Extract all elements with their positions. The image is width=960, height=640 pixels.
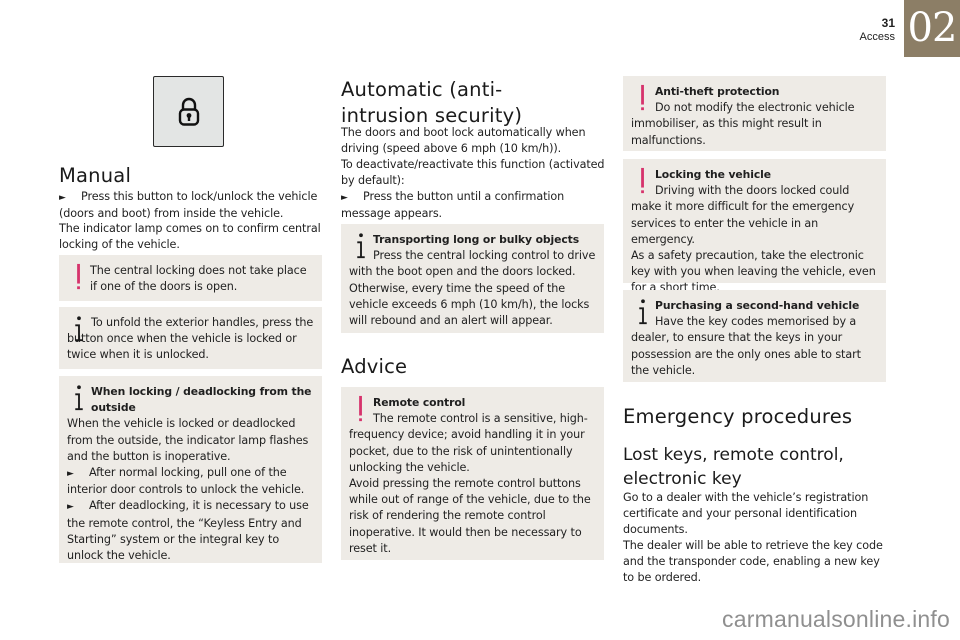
info-body: When locking / deadlocking from the outs… bbox=[67, 384, 314, 564]
triangle-right-icon: ► bbox=[59, 193, 66, 203]
info-title: Transporting long or bulky objects bbox=[373, 233, 580, 246]
exclamation-icon bbox=[641, 84, 644, 111]
warning-box-central-locking: The central locking does not take place … bbox=[59, 255, 322, 301]
info-title: When locking / deadlocking from the outs… bbox=[91, 385, 312, 415]
heading-manual: Manual bbox=[59, 164, 132, 187]
triangle-right-icon: ► bbox=[67, 502, 74, 513]
warning-body: Anti-theft protection Do not modify the … bbox=[631, 84, 878, 149]
exclamation-icon bbox=[641, 167, 644, 194]
exclamation-icon bbox=[359, 395, 362, 422]
info-step: ► After deadlocking, it is necessary to u… bbox=[67, 499, 309, 563]
info-paragraph: Otherwise, every time the speed of the v… bbox=[349, 281, 590, 328]
info-body: Purchasing a second-hand vehicle Have th… bbox=[631, 298, 878, 379]
section-name: Access bbox=[859, 31, 895, 43]
chapter-tab: 02 bbox=[904, 0, 960, 57]
warning-box-remote-control: Remote control The remote control is a s… bbox=[341, 387, 604, 560]
deactivate-text: To deactivate/reactivate this function (… bbox=[341, 158, 605, 188]
warning-box-anti-theft: Anti-theft protection Do not modify the … bbox=[623, 76, 886, 151]
manual-indicator-text: The indicator lamp comes on to confirm c… bbox=[59, 222, 321, 252]
exclamation-icon bbox=[77, 263, 80, 290]
info-body: Transporting long or bulky objects Press… bbox=[349, 232, 596, 329]
deactivate-step: ► Press the button until a confirmation m… bbox=[341, 190, 565, 221]
central-locking-button-illustration bbox=[153, 76, 224, 147]
padlock-icon bbox=[178, 97, 199, 126]
warning-body: Remote control The remote control is a s… bbox=[349, 395, 596, 557]
page-number: 31 bbox=[881, 16, 895, 30]
page-header: 31 Access bbox=[860, 16, 895, 44]
automatic-text: The doors and boot lock automatically wh… bbox=[341, 126, 586, 156]
info-icon bbox=[75, 316, 83, 342]
heading-emergency: Emergency procedures bbox=[623, 405, 853, 428]
info-text: To unfold the exterior handles, press th… bbox=[67, 316, 314, 362]
warning-title: Anti-theft protection bbox=[655, 85, 780, 98]
info-title: Purchasing a second-hand vehicle bbox=[655, 299, 860, 312]
info-icon bbox=[357, 233, 365, 259]
heading-advice: Advice bbox=[341, 355, 408, 378]
heading-automatic: Automatic (anti-intrusion security) bbox=[341, 78, 523, 127]
info-paragraph: Have the key codes memorised by a dealer… bbox=[631, 315, 861, 377]
warning-paragraph: Avoid pressing the remote control button… bbox=[349, 477, 591, 555]
subheading-lost-keys: Lost keys, remote control, electronic ke… bbox=[623, 445, 844, 489]
dealer-text: The dealer will be able to retrieve the … bbox=[623, 539, 883, 585]
warning-paragraph: Do not modify the electronic vehicle imm… bbox=[631, 101, 855, 147]
manual-step: ► Press this button to lock/unlock the ve… bbox=[59, 190, 318, 221]
info-paragraph: Press the central locking control to dri… bbox=[349, 249, 596, 279]
info-icon bbox=[75, 385, 83, 411]
warning-text: The central locking does not take place … bbox=[90, 264, 307, 294]
lost-keys-text: Go to a dealer with the vehicle’s regist… bbox=[623, 491, 869, 537]
info-box-locking-outside: When locking / deadlocking from the outs… bbox=[59, 376, 322, 563]
watermark[interactable]: carmanualsonline.info bbox=[722, 606, 950, 633]
info-box-bulky-objects: Transporting long or bulky objects Press… bbox=[341, 224, 604, 333]
triangle-right-icon: ► bbox=[67, 469, 74, 480]
warning-paragraph: The remote control is a sensitive, high-… bbox=[349, 412, 588, 474]
warning-paragraph: Driving with the doors locked could make… bbox=[631, 184, 855, 246]
warning-body: Locking the vehicle Driving with the doo… bbox=[631, 167, 878, 297]
info-box-exterior-handles: To unfold the exterior handles, press th… bbox=[59, 307, 322, 369]
triangle-right-icon: ► bbox=[341, 193, 348, 203]
warning-title: Remote control bbox=[373, 396, 466, 409]
warning-title: Locking the vehicle bbox=[655, 168, 771, 181]
info-paragraph: When the vehicle is locked or deadlocked… bbox=[67, 417, 309, 463]
info-icon bbox=[639, 299, 647, 325]
info-box-second-hand: Purchasing a second-hand vehicle Have th… bbox=[623, 290, 886, 382]
info-step: ► After normal locking, pull one of the i… bbox=[67, 466, 305, 497]
warning-box-locking-vehicle: Locking the vehicle Driving with the doo… bbox=[623, 159, 886, 294]
